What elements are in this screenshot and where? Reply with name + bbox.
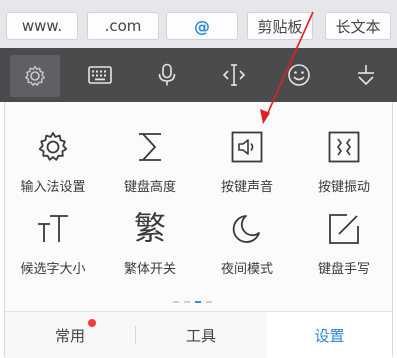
emoji-icon <box>288 64 310 86</box>
tile-label: 键盘手写 <box>317 262 370 277</box>
tile-ime-settings[interactable]: 输入法设置 <box>8 124 98 204</box>
bottom-tab-bar: 常用 工具 设置 <box>5 311 392 358</box>
page-dot <box>184 301 190 303</box>
chip-long-text[interactable]: 长文本 <box>325 12 391 40</box>
candidate-size-icon <box>38 215 68 242</box>
tile-icon-wrap <box>135 124 165 164</box>
tile-icon-wrap <box>35 206 71 246</box>
chip-clipboard[interactable]: 剪贴板 <box>247 12 313 40</box>
tile-keyboard-height[interactable]: 键盘高度 <box>105 124 195 204</box>
tile-label: 键盘高度 <box>123 180 176 195</box>
chip-www[interactable]: www. <box>6 12 78 40</box>
settings-icon <box>25 65 45 86</box>
notification-badge <box>88 319 96 327</box>
keyboard-height-icon <box>139 133 161 161</box>
key-sound-icon <box>231 131 263 163</box>
tab-settings[interactable]: 设置 <box>267 312 392 358</box>
chip-com[interactable]: .com <box>87 12 159 40</box>
tile-icon-wrap <box>230 124 264 164</box>
page-dot-current <box>195 301 201 303</box>
tile-label: 按键声音 <box>220 180 273 195</box>
tile-label: 繁体开关 <box>123 262 176 277</box>
tile-candidate-size[interactable]: 候选字大小 <box>8 206 98 286</box>
emoji-toolbar-button[interactable] <box>276 48 322 102</box>
tile-icon-wrap <box>231 206 263 246</box>
page-dot <box>173 301 179 303</box>
tile-key-vibration[interactable]: 按键振动 <box>299 124 389 204</box>
tile-icon-wrap <box>327 124 361 164</box>
keyboard-toolbar <box>0 48 397 102</box>
quick-input-bar: www. .com @ 剪贴板 长文本 <box>0 0 397 48</box>
page-indicator <box>173 301 212 303</box>
voice-toolbar-button[interactable] <box>144 48 190 102</box>
settings-icon <box>38 132 68 161</box>
tile-label: 候选字大小 <box>20 262 86 277</box>
tab-common[interactable]: 常用 <box>5 312 135 358</box>
tile-icon-wrap <box>327 206 361 246</box>
handwriting-icon <box>329 214 359 244</box>
keyboard-toolbar-button[interactable] <box>77 48 123 102</box>
traditional-chinese-icon: 繁 <box>133 209 166 247</box>
night-mode-icon <box>232 215 260 243</box>
settings-toolbar-button[interactable] <box>10 55 60 97</box>
tile-icon-wrap <box>36 124 70 164</box>
tile-night-mode[interactable]: 夜间模式 <box>202 206 292 286</box>
cursor-move-icon <box>222 64 246 86</box>
collapse-icon <box>358 65 374 86</box>
tab-label: 设置 <box>314 326 345 345</box>
cursor-toolbar-button[interactable] <box>211 48 257 102</box>
keyboard-icon <box>88 66 112 84</box>
tile-label: 按键振动 <box>317 180 370 195</box>
tile-label: 输入法设置 <box>20 180 86 195</box>
tile-icon-wrap: 繁 <box>134 206 166 246</box>
tile-traditional-toggle[interactable]: 繁 繁体开关 <box>105 206 195 286</box>
collapse-toolbar-button[interactable] <box>343 48 389 102</box>
tab-tools[interactable]: 工具 <box>136 312 266 358</box>
microphone-icon <box>158 63 176 86</box>
tab-label: 工具 <box>185 326 216 345</box>
key-vibration-icon <box>328 131 360 163</box>
settings-panel: 输入法设置 键盘高度 按键声音 按键振动 候选字大小 繁 繁体开关 夜间模式 键… <box>4 102 393 358</box>
tile-label: 夜间模式 <box>220 262 273 277</box>
tile-handwriting[interactable]: 键盘手写 <box>299 206 389 286</box>
tab-label: 常用 <box>54 326 85 345</box>
page-dot <box>206 301 212 303</box>
chip-at[interactable]: @ <box>166 12 238 40</box>
tile-key-sound[interactable]: 按键声音 <box>202 124 292 204</box>
